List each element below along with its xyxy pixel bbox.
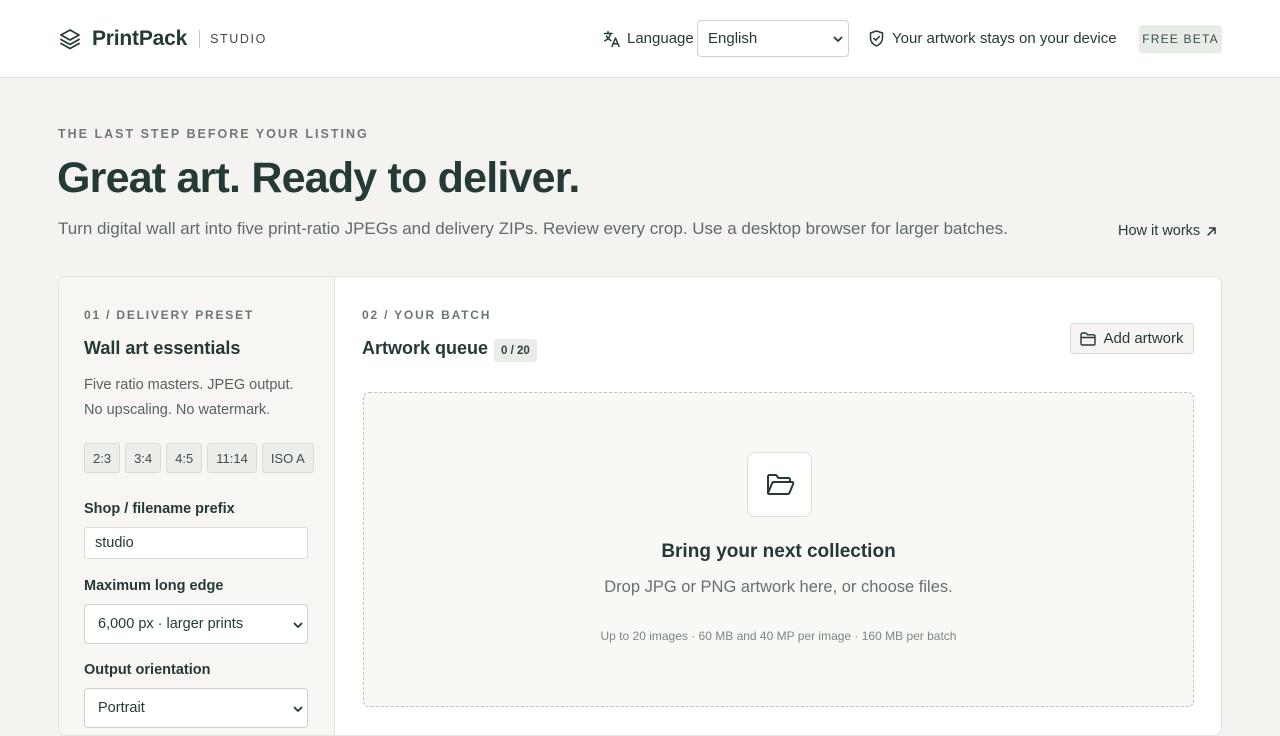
brand-divider [199, 30, 201, 48]
long-edge-label: Maximum long edge [84, 578, 224, 594]
brand-tag: STUDIO [210, 32, 267, 46]
folder-open-icon [766, 473, 794, 495]
language-select[interactable]: English [697, 20, 849, 57]
add-artwork-button[interactable]: Add artwork [1070, 323, 1194, 354]
ratio-chip: 11:14 [207, 443, 257, 473]
ratio-chip: 2:3 [84, 443, 121, 473]
hero-eyebrow: THE LAST STEP BEFORE YOUR LISTING [58, 127, 369, 141]
folder-icon [1080, 331, 1097, 346]
beta-badge: FREE BETA [1139, 25, 1222, 53]
privacy-note: Your artwork stays on your device [892, 30, 1117, 47]
brand-name: PrintPack [92, 27, 188, 50]
layers-logo-icon [58, 27, 82, 51]
delivery-preset-panel: 01 / DELIVERY PRESET Wall art essentials… [59, 277, 335, 735]
ratio-chip: 3:4 [125, 443, 162, 473]
ratio-chip: 4:5 [166, 443, 203, 473]
queue-count-badge: 0 / 20 [494, 339, 537, 362]
dropzone-title: Bring your next collection [661, 541, 896, 562]
dropzone-subtitle: Drop JPG or PNG artwork here, or choose … [604, 578, 953, 596]
orientation-label: Output orientation [84, 662, 211, 678]
preset-section-label: 01 / DELIVERY PRESET [84, 308, 255, 322]
upload-limits: Up to 20 images · 60 MB and 40 MP per im… [600, 629, 957, 643]
brand[interactable]: PrintPack STUDIO [58, 24, 267, 54]
page-title: Great art. Ready to deliver. [57, 154, 580, 202]
filename-prefix-input[interactable] [84, 527, 308, 559]
batch-section-label: 02 / YOUR BATCH [362, 308, 492, 322]
hero-subtitle: Turn digital wall art into five print-ra… [58, 219, 1008, 238]
artwork-dropzone[interactable]: Bring your next collection Drop JPG or P… [363, 392, 1194, 707]
top-bar: PrintPack STUDIO Language English Your a… [0, 0, 1280, 78]
preset-description: Five ratio masters. JPEG output. No upsc… [84, 377, 294, 418]
workspace-card: 01 / DELIVERY PRESET Wall art essentials… [58, 276, 1222, 736]
orientation-select[interactable]: Portrait [84, 688, 308, 728]
arrow-up-right-icon [1207, 226, 1216, 236]
ratio-chips: 2:3 3:4 4:5 11:14 ISO A [84, 443, 314, 473]
shield-check-icon [869, 30, 884, 47]
ratio-chip: ISO A [261, 443, 314, 473]
queue-title: Artwork queue [362, 338, 489, 358]
add-artwork-label: Add artwork [1103, 330, 1184, 347]
drop-icon-tile [747, 452, 812, 517]
translate-icon [603, 30, 621, 48]
prefix-label: Shop / filename prefix [84, 501, 235, 517]
language-label: Language [627, 30, 694, 47]
long-edge-select[interactable]: 6,000 px · larger prints [84, 604, 308, 644]
how-it-works-label: How it works [1118, 223, 1201, 239]
preset-title: Wall art essentials [84, 338, 241, 358]
how-it-works-link[interactable]: How it works [1118, 223, 1217, 239]
